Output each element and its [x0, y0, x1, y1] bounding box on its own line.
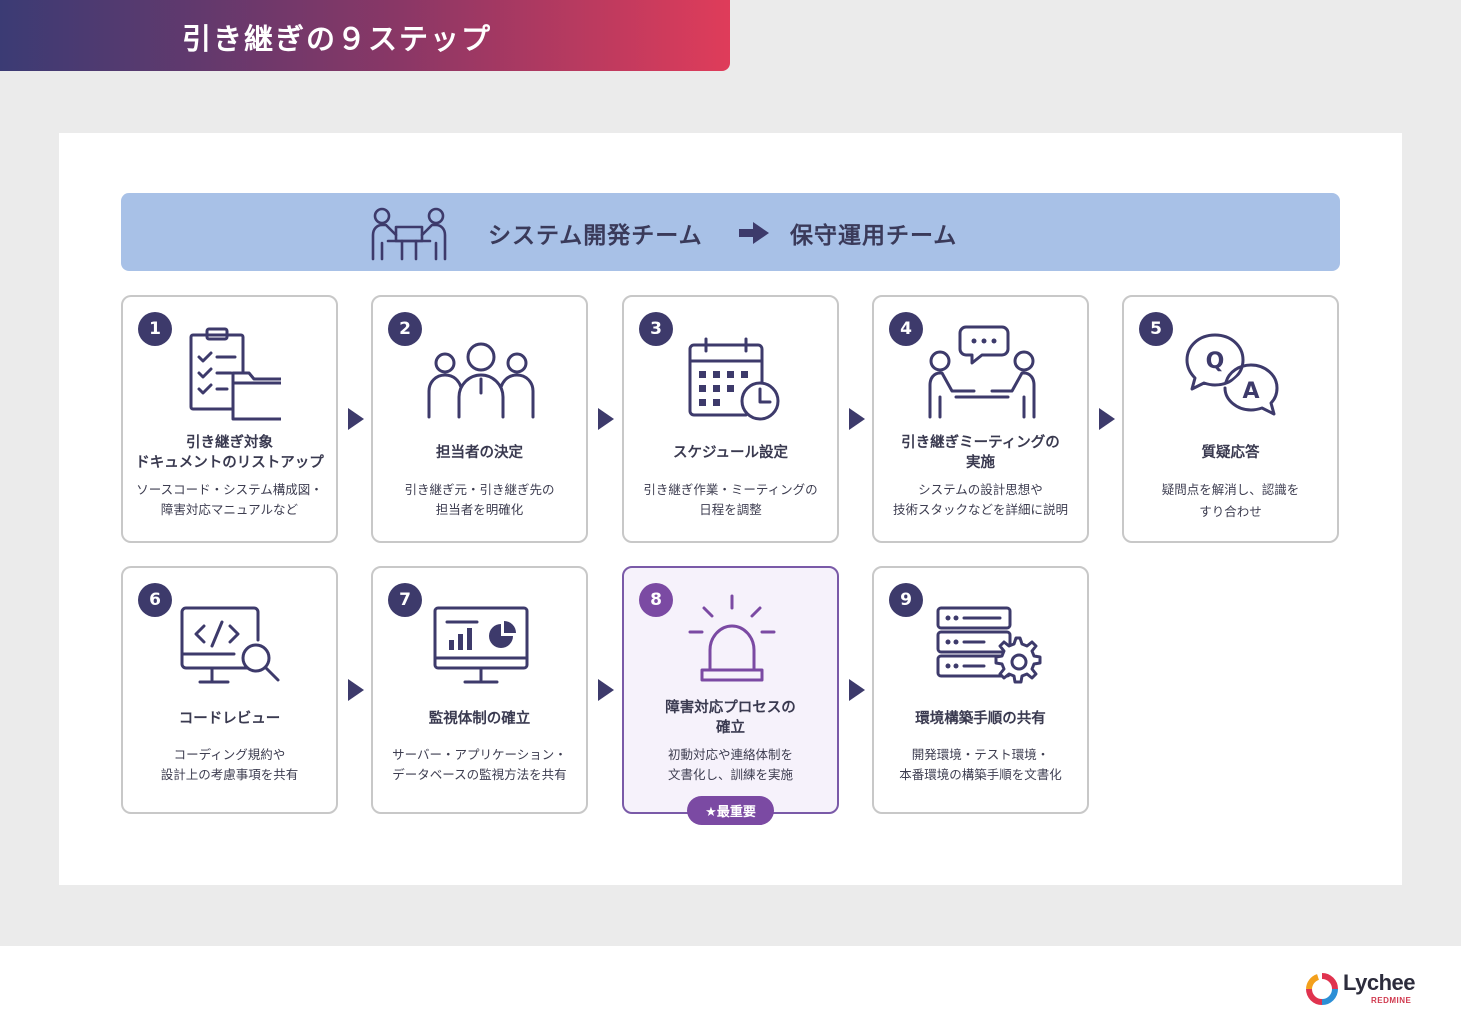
svg-text:A: A — [1242, 379, 1259, 404]
step-title-line: 引き継ぎミーティングの — [901, 435, 1060, 451]
step-desc-line: 引き継ぎ作業・ミーティングの — [643, 482, 818, 497]
step-title-line: 担当者の決定 — [436, 445, 523, 461]
step-desc-line: 担当者を明確化 — [435, 502, 524, 517]
step-number: 5 — [1139, 312, 1173, 346]
logo-subtitle: REDMINE — [1371, 996, 1412, 1005]
step-desc-line: システムの設計思想や — [918, 482, 1043, 497]
step-desc-line: ソースコード・システム構成図・ — [136, 482, 323, 497]
server-gear-icon — [936, 606, 1042, 684]
flow-arrow-icon — [348, 679, 364, 701]
from-team-label: システム開発チーム — [488, 223, 703, 249]
step-desc-line: 初動対応や連絡体制を — [667, 747, 793, 762]
page-title: 引き継ぎの９ステップ — [182, 22, 493, 56]
step-card-6: 6 コードレビュー コーディング規約や 設計上の考慮事項を共有 — [121, 566, 338, 814]
step-card-9: 9 環境構築手順の共有 開発環境・テスト環境・ 本番環境の構築手順を文書化 — [872, 566, 1089, 814]
step-desc-line: 本番環境の構築手順を文書化 — [899, 767, 1062, 782]
step-desc-line: サーバー・アプリケーション・ — [392, 747, 567, 762]
team-transfer-bar — [121, 193, 1340, 271]
step-title-line: 障害対応プロセスの — [665, 700, 796, 716]
step-desc-line: 設計上の考慮事項を共有 — [160, 767, 299, 782]
most-important-badge: ★最重要 — [687, 796, 774, 825]
flow-arrow-icon — [348, 408, 364, 430]
step-title-line: スケジュール設定 — [673, 445, 788, 461]
lychee-redmine-logo: Lychee REDMINE — [1305, 970, 1425, 1010]
step-card-7: 7 監視体制の確立 サーバー・アプリケーション・ データベースの監視方法を共有 — [371, 566, 588, 814]
step-card-4: 4 引き継ぎミーティングの 実施 システムの設計思想や 技術スタックなどを詳細に… — [872, 295, 1089, 543]
alarm-light-icon — [688, 594, 776, 682]
qa-bubbles-icon: Q A — [1185, 333, 1279, 416]
step-desc-line: データベースの監視方法を共有 — [392, 767, 567, 782]
step-desc-line: 開発環境・テスト環境・ — [911, 747, 1050, 762]
flow-arrow-icon — [849, 408, 865, 430]
step-number: 7 — [388, 583, 422, 617]
step-number: 3 — [639, 312, 673, 346]
calendar-clock-icon — [688, 337, 780, 421]
step-card-3: 3 スケジュール設定 引き継ぎ作業・ミーティングの 日程を調整 — [622, 295, 839, 543]
checklist-folder-icon — [189, 327, 281, 421]
monitor-dashboard-icon — [433, 606, 529, 684]
lychee-logo-icon — [1306, 973, 1338, 1005]
arrow-right-icon — [739, 222, 769, 244]
step-title-line: ドキュメントのリストアップ — [135, 455, 324, 471]
flow-arrow-icon — [598, 679, 614, 701]
step-card-2: 2 担当者の決定 引き継ぎ元・引き継ぎ先の 担当者を明確化 — [371, 295, 588, 543]
flow-arrow-icon — [849, 679, 865, 701]
step-card-8: 8 障害対応プロセスの 確立 初動対応や連絡体制を 文書化し、訓練を実施 — [622, 566, 839, 814]
step-number: 2 — [388, 312, 422, 346]
step-title-line: コードレビュー — [178, 711, 281, 727]
to-team-label: 保守運用チーム — [790, 223, 958, 249]
code-review-icon — [180, 606, 280, 684]
step-number: 8 — [639, 583, 673, 617]
flow-arrow-icon — [1099, 408, 1115, 430]
step-number: 6 — [138, 583, 172, 617]
step-desc-line: すり合わせ — [1199, 504, 1262, 519]
step-title-line: 質疑応答 — [1201, 445, 1260, 461]
team-icon — [427, 342, 535, 419]
step-title-line: 環境構築手順の共有 — [915, 711, 1046, 727]
step-title-line: 確立 — [716, 720, 745, 736]
meeting-chat-icon — [928, 325, 1036, 419]
step-desc-line: 日程を調整 — [699, 502, 762, 517]
step-number: 1 — [138, 312, 172, 346]
title-banner: 引き継ぎの９ステップ — [0, 0, 730, 71]
logo-wordmark: Lychee — [1343, 970, 1416, 995]
step-number: 9 — [889, 583, 923, 617]
step-card-5: 5 Q A 質疑応答 疑問点を解消し、認識を すり合わせ — [1122, 295, 1339, 543]
svg-text:Q: Q — [1206, 349, 1225, 374]
step-number: 4 — [889, 312, 923, 346]
step-title-line: 監視体制の確立 — [428, 711, 531, 727]
step-desc-line: 障害対応マニュアルなど — [160, 502, 299, 517]
step-title-line: 実施 — [966, 455, 995, 471]
step-desc-line: 引き継ぎ元・引き継ぎ先の — [404, 482, 555, 497]
step-desc-line: 文書化し、訓練を実施 — [667, 767, 793, 782]
people-meeting-icon — [371, 207, 447, 261]
step-desc-line: コーディング規約や — [173, 747, 286, 762]
step-desc-line: 疑問点を解消し、認識を — [1161, 482, 1300, 497]
flow-arrow-icon — [598, 408, 614, 430]
step-card-1: 1 引き継ぎ対象 ドキュメントのリストアップ ソースコード・システム構成図・ 障… — [121, 295, 338, 543]
step-title-line: 引き継ぎ対象 — [186, 435, 273, 451]
step-desc-line: 技術スタックなどを詳細に説明 — [892, 502, 1068, 517]
